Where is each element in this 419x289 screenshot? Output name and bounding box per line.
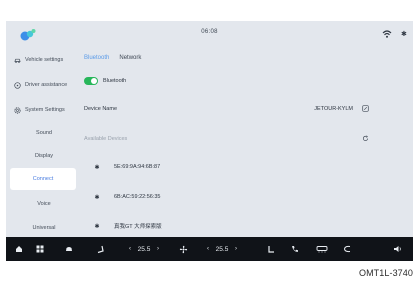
car-icon[interactable] [62, 237, 76, 261]
refresh-icon[interactable] [362, 135, 369, 142]
car-icon [14, 58, 21, 63]
temp-left-decrease-button[interactable]: ‹ [126, 237, 134, 261]
temp-right: 25.5 [215, 245, 229, 253]
tab-bluetooth[interactable]: Bluetooth [84, 55, 109, 61]
gear-icon [14, 106, 21, 114]
sidebar-item-label: Voice [37, 201, 51, 207]
list-item[interactable]: ✱ 5E:69:9A:94:6B:87 [92, 160, 392, 174]
list-item[interactable]: ✱ 真我GT 大师探索版 [92, 219, 392, 233]
volume-icon[interactable] [390, 237, 404, 261]
wifi-icon [382, 30, 392, 38]
sidebar-item-label: System Settings [25, 107, 65, 113]
edit-icon[interactable] [362, 105, 369, 112]
device-name-row: Device Name JETOUR-KYLM [84, 100, 409, 120]
ac-icon[interactable] [314, 237, 330, 261]
tab-network[interactable]: Network [119, 55, 141, 61]
sidebar-item-label: Connect [32, 176, 54, 182]
device-address: 6B:AC:59:22:56:35 [114, 194, 161, 200]
device-address: 真我GT 大师探索版 [114, 224, 162, 230]
bluetooth-icon: ✱ [94, 223, 100, 230]
screen: 06:08 ✱ Vehicle settings Driver assistan… [6, 21, 413, 261]
sidebar-item-label: Sound [36, 130, 52, 136]
steering-wheel-icon [14, 81, 21, 89]
clock: 06:08 [201, 29, 218, 35]
home-icon[interactable] [12, 237, 26, 261]
sidebar-item-label: Display [34, 153, 54, 159]
device-name-value: JETOUR-KYLM [314, 106, 353, 112]
bluetooth-toggle-label: Bluetooth [103, 78, 127, 84]
phone-icon[interactable] [288, 237, 302, 261]
sidebar-item-system-settings[interactable]: System Settings [14, 99, 82, 121]
sidebar-item-label: Universal [32, 225, 56, 231]
seat-right-icon[interactable] [264, 237, 278, 261]
sidebar-item-connect[interactable]: Connect [10, 168, 76, 190]
bottom-dock: ‹ 25.5 › ‹ 25.5 › [6, 237, 413, 261]
apps-grid-icon[interactable] [33, 237, 47, 261]
sidebar-item-label: Vehicle settings [25, 57, 64, 63]
temp-right-increase-button[interactable]: › [232, 237, 240, 261]
tab-bar: Bluetooth Network [84, 55, 141, 61]
mode-icon[interactable] [340, 237, 354, 261]
main-content: Bluetooth Network Bluetooth Device Name … [80, 47, 413, 237]
bluetooth-toggle-row: Bluetooth [84, 77, 126, 85]
bluetooth-icon: ✱ [94, 164, 100, 171]
temp-left-increase-button[interactable]: › [154, 237, 162, 261]
sidebar-item-voice[interactable]: Voice [10, 193, 78, 215]
sidebar: Vehicle settings Driver assistance Syste… [6, 47, 80, 261]
sidebar-item-label: Driver assistance [25, 82, 68, 88]
bluetooth-status-icon: ✱ [401, 31, 407, 38]
device-address: 5E:69:9A:94:6B:87 [114, 164, 161, 170]
bluetooth-toggle[interactable] [84, 77, 98, 85]
list-item[interactable]: ✱ 6B:AC:59:22:56:35 [92, 190, 392, 204]
temp-left: 25.5 [137, 245, 151, 253]
sidebar-item-driver-assistance[interactable]: Driver assistance [14, 74, 82, 96]
available-devices-label: Available Devices [84, 136, 128, 142]
sidebar-item-vehicle-settings[interactable]: Vehicle settings [14, 49, 82, 71]
device-name-label: Device Name [84, 106, 118, 112]
fan-icon[interactable] [176, 237, 190, 261]
figure-code: OMT1L-3740 [358, 268, 413, 278]
seat-icon[interactable] [94, 237, 108, 261]
sidebar-item-universal[interactable]: Universal [10, 217, 78, 239]
temp-right-decrease-button[interactable]: ‹ [204, 237, 212, 261]
sidebar-item-sound[interactable]: Sound [10, 122, 78, 144]
bluetooth-icon: ✱ [94, 194, 100, 201]
status-bar: 06:08 ✱ [6, 21, 413, 47]
sidebar-item-display[interactable]: Display [10, 145, 78, 167]
available-devices-row: Available Devices [84, 130, 409, 150]
